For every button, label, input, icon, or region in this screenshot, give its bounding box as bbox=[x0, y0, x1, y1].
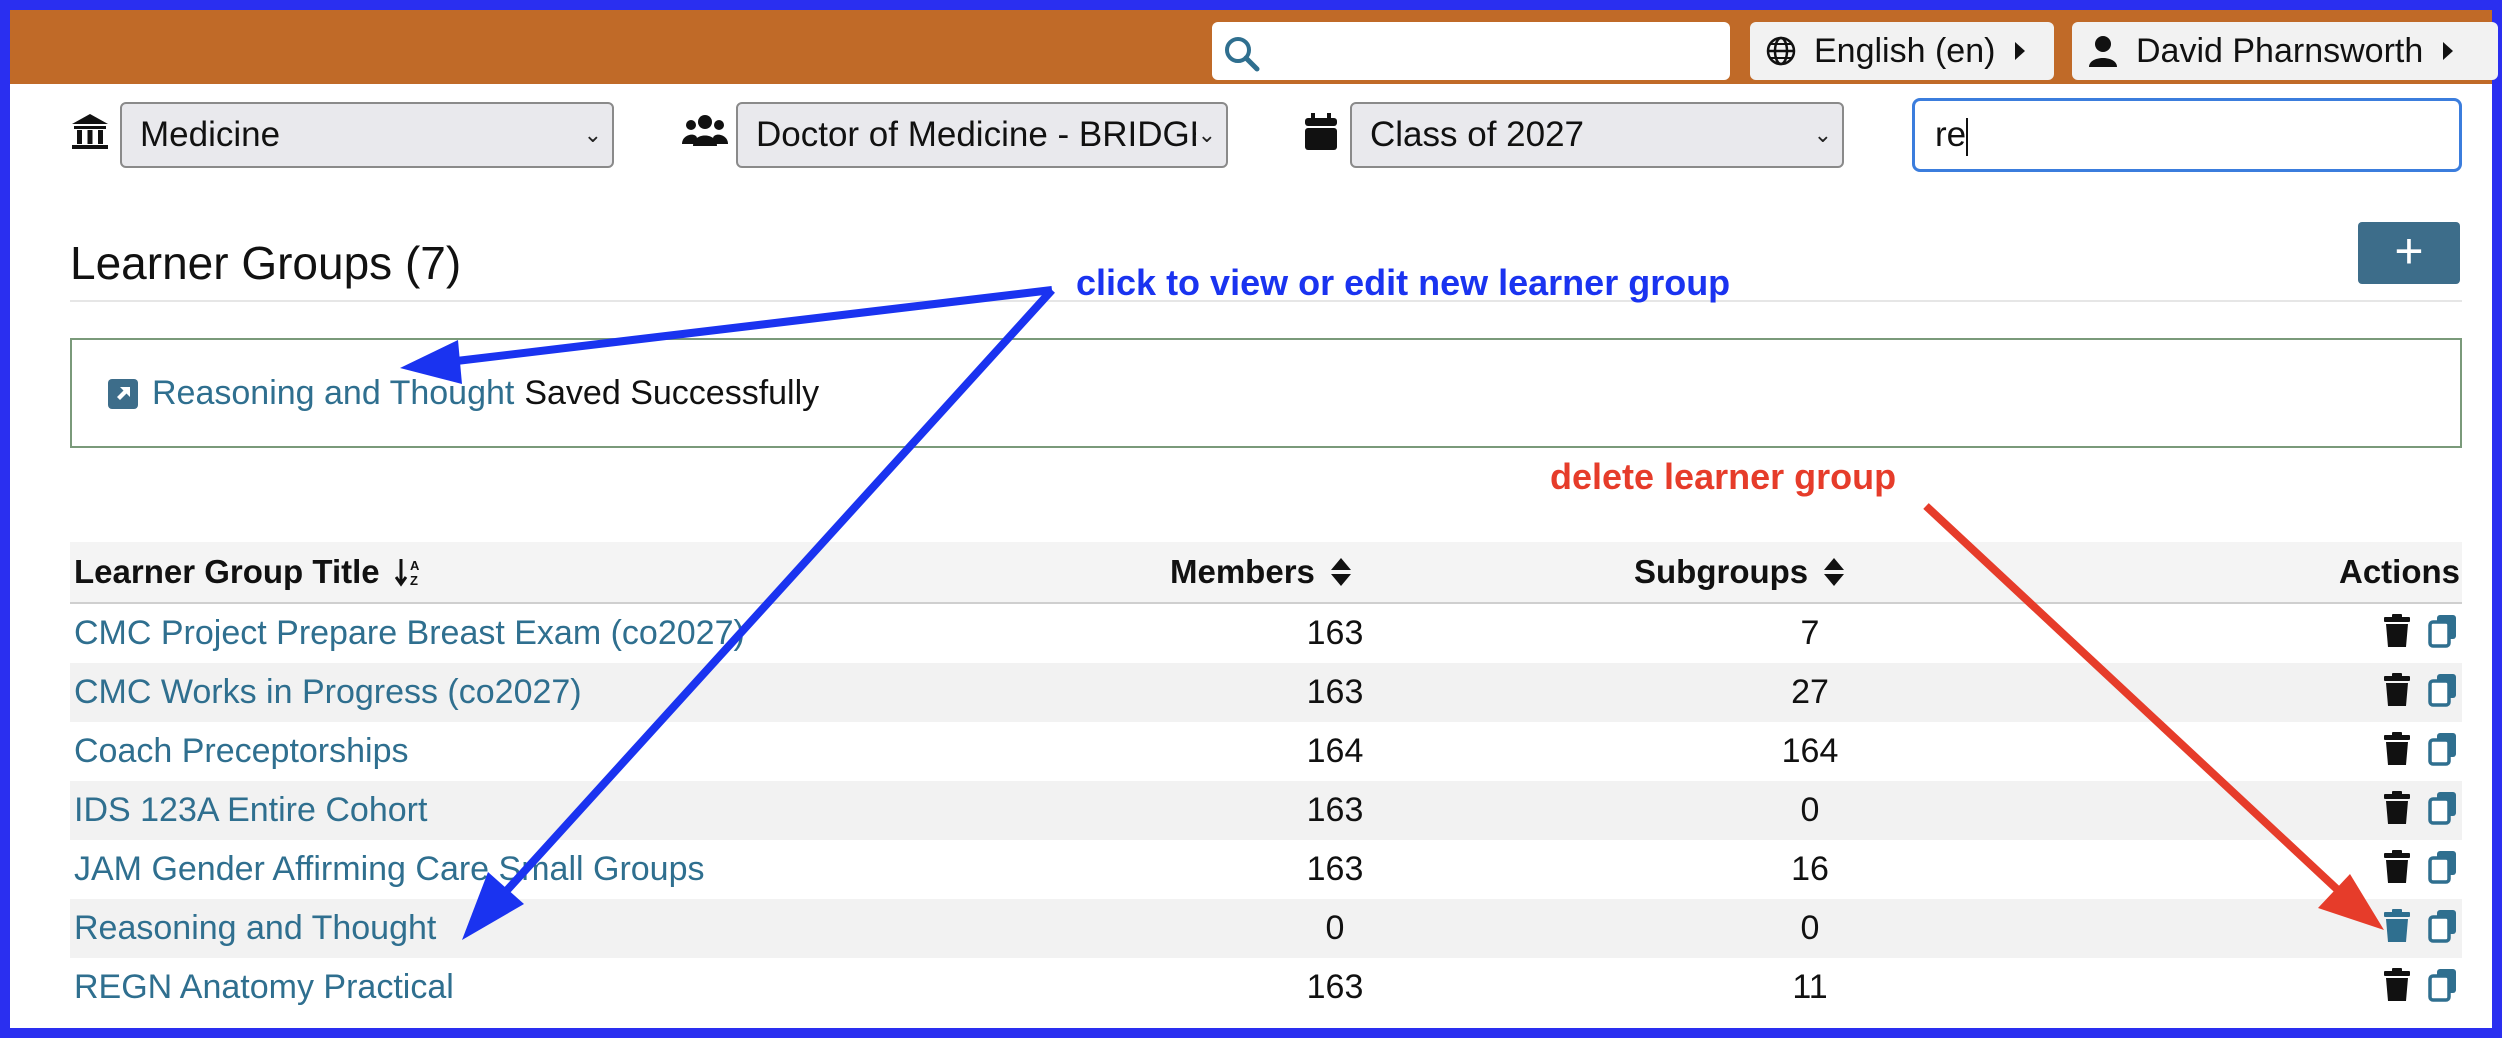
copy-icon[interactable] bbox=[2428, 614, 2458, 657]
language-menu-button[interactable]: English (en) bbox=[1750, 22, 2054, 80]
globe-icon bbox=[1766, 36, 1796, 66]
table-row: JAM Gender Affirming Care Small Groups 16… bbox=[70, 840, 2462, 899]
copy-icon[interactable] bbox=[2428, 968, 2458, 1011]
school-building-icon bbox=[72, 114, 108, 149]
members-column-label: Members bbox=[1170, 553, 1315, 590]
sort-by-members-header[interactable]: Members bbox=[1170, 542, 1500, 602]
user-icon bbox=[2088, 35, 2118, 67]
title-filter-value: re bbox=[1935, 115, 1967, 154]
title-filter-input[interactable]: re bbox=[1912, 98, 2462, 172]
annotation-delete: delete learner group bbox=[1550, 456, 1897, 497]
group-title-link[interactable]: CMC Works in Progress (co2027) bbox=[74, 673, 582, 711]
trash-icon[interactable] bbox=[2382, 968, 2412, 1011]
subgroups-count: 27 bbox=[1791, 673, 1829, 711]
group-title-link[interactable]: Coach Preceptorships bbox=[74, 732, 409, 770]
top-navigation-bar: English (en) David Pharnsworth bbox=[10, 10, 2498, 84]
users-group-icon bbox=[682, 115, 728, 146]
title-column-label: Learner Group Title bbox=[74, 553, 380, 590]
copy-icon[interactable] bbox=[2428, 850, 2458, 893]
copy-icon[interactable] bbox=[2428, 673, 2458, 716]
subgroups-count: 16 bbox=[1791, 850, 1829, 888]
trash-icon[interactable] bbox=[2382, 614, 2412, 657]
members-count: 163 bbox=[1306, 614, 1364, 652]
sort-icon bbox=[1824, 558, 1845, 586]
add-learner-group-button[interactable]: + bbox=[2358, 222, 2460, 284]
chevron-down-icon: ⌄ bbox=[583, 122, 602, 147]
user-menu-button[interactable]: David Pharnsworth bbox=[2072, 22, 2498, 80]
table-row: REGN Anatomy Practical 163 11 bbox=[70, 958, 2462, 1017]
external-link-icon bbox=[108, 378, 138, 409]
trash-icon[interactable] bbox=[2382, 673, 2412, 716]
table-row: Coach Preceptorships 164 164 bbox=[70, 722, 2462, 781]
calendar-icon bbox=[1305, 113, 1337, 150]
members-count: 163 bbox=[1306, 791, 1364, 829]
table-row: IDS 123A Entire Cohort 163 0 bbox=[70, 781, 2462, 840]
copy-icon[interactable] bbox=[2428, 791, 2458, 834]
table-row: CMC Works in Progress (co2027) 163 27 bbox=[70, 663, 2462, 722]
subgroups-count: 0 bbox=[1800, 909, 1820, 947]
trash-icon[interactable] bbox=[2382, 791, 2412, 834]
program-select[interactable]: Doctor of Medicine - BRIDGE ⌄ bbox=[736, 102, 1228, 168]
copy-icon[interactable] bbox=[2428, 909, 2458, 952]
members-count: 0 bbox=[1325, 909, 1345, 947]
members-count: 163 bbox=[1306, 968, 1364, 1006]
cohort-select[interactable]: Class of 2027 ⌄ bbox=[1350, 102, 1844, 168]
table-header: Learner Group Title A Z Members Subgroup… bbox=[70, 542, 2462, 604]
svg-text:Z: Z bbox=[410, 573, 418, 587]
group-title-link[interactable]: IDS 123A Entire Cohort bbox=[74, 791, 427, 829]
trash-icon[interactable] bbox=[2382, 909, 2412, 952]
sort-alpha-down-icon: A Z bbox=[394, 558, 420, 588]
text-cursor bbox=[1966, 117, 1969, 156]
members-count: 163 bbox=[1306, 850, 1364, 888]
caret-right-icon bbox=[2013, 40, 2027, 62]
subgroups-count: 11 bbox=[1792, 968, 1828, 1006]
learner-groups-table: Learner Group Title A Z Members Subgroup… bbox=[70, 542, 2462, 1017]
saved-group-link[interactable]: Reasoning and Thought bbox=[152, 374, 514, 413]
table-row: Reasoning and Thought 0 0 bbox=[70, 899, 2462, 958]
group-title-link[interactable]: Reasoning and Thought bbox=[74, 909, 436, 947]
table-row: CMC Project Prepare Breast Exam (co2027)… bbox=[70, 604, 2462, 663]
trash-icon[interactable] bbox=[2382, 732, 2412, 775]
subgroups-count: 0 bbox=[1800, 791, 1820, 829]
cohort-select-value: Class of 2027 bbox=[1370, 115, 1585, 154]
user-name: David Pharnsworth bbox=[2136, 31, 2424, 70]
sort-by-title-header[interactable]: Learner Group Title A Z bbox=[74, 542, 427, 602]
group-title-link[interactable]: REGN Anatomy Practical bbox=[74, 968, 454, 1006]
trash-icon[interactable] bbox=[2382, 850, 2412, 893]
copy-icon[interactable] bbox=[2428, 732, 2458, 775]
global-search-input[interactable] bbox=[1212, 22, 1730, 80]
group-title-link[interactable]: JAM Gender Affirming Care Small Groups bbox=[74, 850, 705, 888]
program-select-value: Doctor of Medicine - BRIDGE bbox=[756, 115, 1214, 154]
search-icon bbox=[1225, 37, 1260, 72]
chevron-down-icon: ⌄ bbox=[1195, 104, 1216, 166]
success-alert: Reasoning and Thought Saved Successfully bbox=[70, 338, 2462, 448]
school-select[interactable]: Medicine ⌄ bbox=[120, 102, 614, 168]
chevron-down-icon: ⌄ bbox=[1813, 122, 1832, 147]
alert-message: Saved Successfully bbox=[524, 374, 820, 412]
subgroups-count: 164 bbox=[1781, 732, 1839, 770]
subgroups-column-label: Subgroups bbox=[1634, 553, 1809, 590]
sort-icon bbox=[1331, 558, 1352, 586]
group-title-link[interactable]: CMC Project Prepare Breast Exam (co2027) bbox=[74, 614, 745, 652]
language-label: English (en) bbox=[1814, 31, 1996, 70]
sort-by-subgroups-header[interactable]: Subgroups bbox=[1634, 542, 1934, 602]
caret-right-icon bbox=[2441, 40, 2455, 62]
actions-column-label: Actions bbox=[2338, 553, 2460, 590]
page-title: Learner Groups (7) bbox=[70, 237, 462, 289]
school-select-value: Medicine bbox=[140, 115, 281, 154]
annotation-view-edit: click to view or edit new learner group bbox=[1076, 262, 1731, 303]
svg-text:A: A bbox=[410, 558, 420, 573]
members-count: 164 bbox=[1306, 732, 1364, 770]
table-body: CMC Project Prepare Breast Exam (co2027)… bbox=[70, 604, 2462, 1017]
members-count: 163 bbox=[1306, 673, 1364, 711]
subgroups-count: 7 bbox=[1800, 614, 1820, 652]
